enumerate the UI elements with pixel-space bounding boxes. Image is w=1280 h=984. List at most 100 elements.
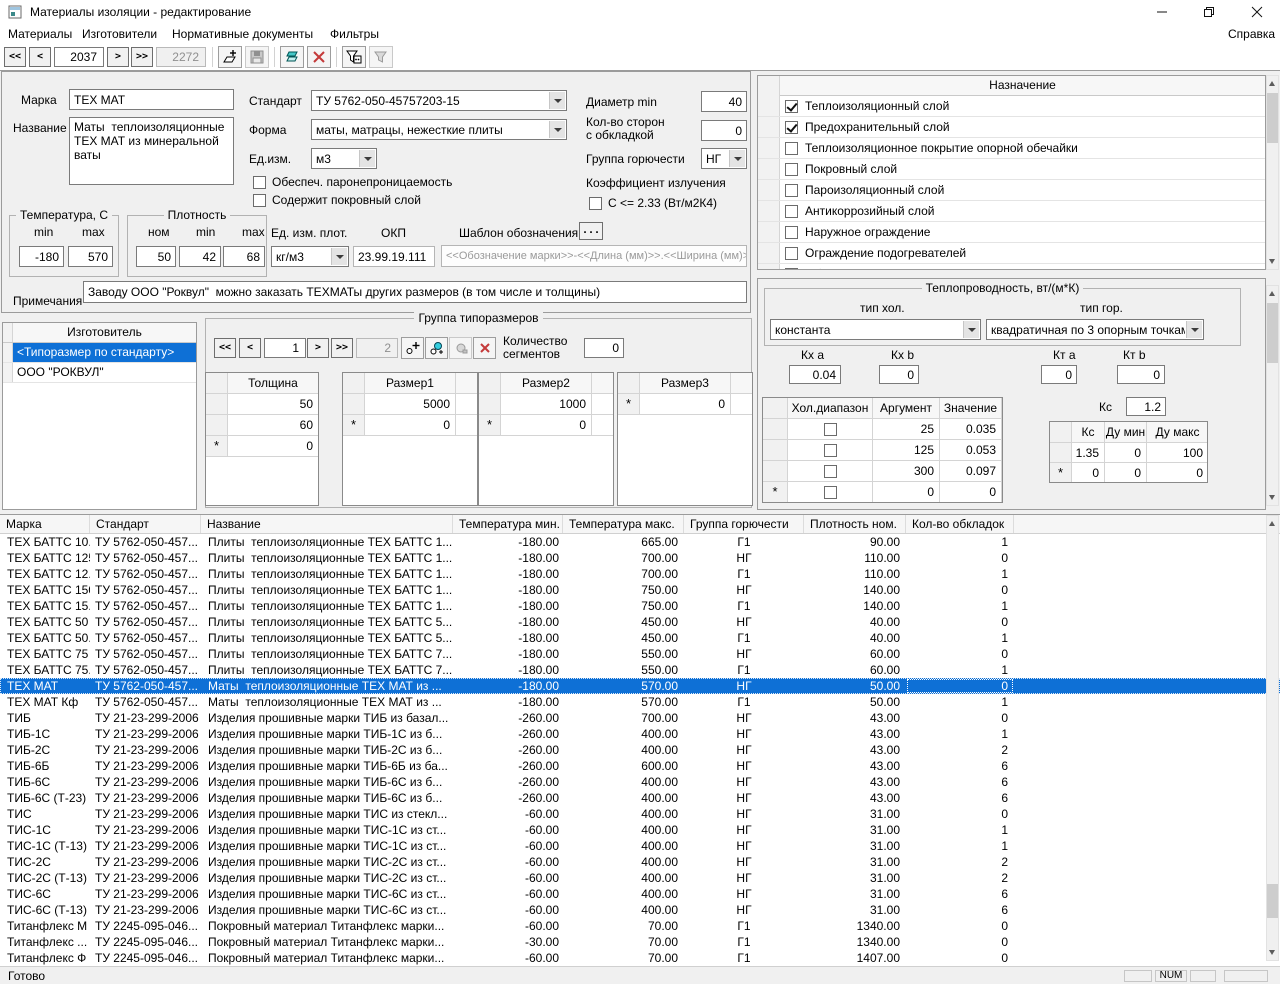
column-header-temp-min[interactable]: Температура мин.: [453, 515, 563, 533]
edizm-combo[interactable]: м3: [311, 148, 377, 169]
sizes-insert-button[interactable]: [425, 337, 448, 359]
grid-row[interactable]: 1250.053: [763, 440, 1002, 461]
grid-cell[interactable]: 0: [640, 394, 731, 414]
pokrov-checkbox[interactable]: [253, 194, 266, 207]
column-header-marka[interactable]: Марка: [0, 515, 90, 533]
grid-row[interactable]: *00: [763, 482, 1002, 503]
table-row[interactable]: ТЕХ МАТТУ 5762-050-457...Маты теплоизоля…: [0, 678, 1280, 694]
menu-filters[interactable]: Фильтры: [324, 24, 385, 44]
grid-row[interactable]: *0: [206, 436, 318, 457]
minimize-button[interactable]: [1139, 0, 1185, 24]
diametr-input[interactable]: 40: [701, 91, 747, 112]
purpose-row[interactable]: Пароизоляционный слой: [758, 180, 1265, 201]
scroll-up-icon[interactable]: [1267, 76, 1278, 91]
grid-cell[interactable]: 0: [1105, 463, 1147, 482]
grid-row[interactable]: *0: [343, 415, 477, 436]
temp-min-input[interactable]: -180: [19, 246, 64, 267]
manufacturer-row[interactable]: ООО "РОКВУЛ": [3, 363, 196, 383]
next-record-button[interactable]: >: [107, 47, 129, 67]
column-header-temp-max[interactable]: Температура макс.: [563, 515, 684, 533]
purpose-row[interactable]: Покровный слой: [758, 159, 1265, 180]
table-row[interactable]: Титанфлекс ...ТУ 2245-095-046...Покровны…: [0, 934, 1280, 950]
grid-cell[interactable]: 5000: [365, 394, 456, 414]
last-record-button[interactable]: >>: [131, 47, 153, 67]
chevron-down-icon[interactable]: [963, 321, 979, 338]
marka-input[interactable]: ТЕХ МАТ: [69, 89, 234, 110]
new-record-button[interactable]: [218, 46, 242, 68]
first-record-button[interactable]: <<: [4, 47, 26, 67]
purpose-scrollbar[interactable]: [1266, 75, 1279, 270]
scroll-down-icon[interactable]: [1267, 490, 1278, 505]
grid-cell[interactable]: 0.097: [940, 461, 1002, 481]
forma-combo[interactable]: маты, матрацы, нежесткие плиты: [311, 119, 567, 140]
purpose-checkbox[interactable]: [785, 100, 798, 113]
conductivity-scrollbar[interactable]: [1266, 285, 1279, 506]
grid-row[interactable]: 3000.097: [763, 461, 1002, 482]
table-row[interactable]: ТЕХ БАТТС 125ТУ 5762-050-457...Плиты теп…: [0, 550, 1280, 566]
sizes-delete-button[interactable]: [473, 337, 496, 359]
grid-cell[interactable]: 60: [228, 415, 319, 435]
grid-row[interactable]: *0: [479, 415, 613, 436]
okp-input[interactable]: 23.99.19.111: [353, 246, 435, 267]
purpose-checkbox[interactable]: [785, 268, 798, 271]
table-row[interactable]: ТИС-1С (Т-13)ТУ 21-23-299-2006Изделия пр…: [0, 838, 1280, 854]
scroll-down-icon[interactable]: [1267, 254, 1278, 269]
record-number-field[interactable]: 2037: [54, 47, 104, 67]
grid-row[interactable]: 250.035: [763, 419, 1002, 440]
scroll-up-icon[interactable]: [1267, 516, 1278, 531]
shablon-edit-button[interactable]: ...: [579, 222, 603, 240]
menu-materials[interactable]: Материалы: [2, 24, 78, 44]
purpose-row[interactable]: Теплоизоляционное покрытие опорной обеча…: [758, 138, 1265, 159]
kta-input[interactable]: 0: [1041, 365, 1077, 384]
plot-min-input[interactable]: 42: [179, 246, 221, 267]
purpose-checkbox[interactable]: [785, 205, 798, 218]
table-row[interactable]: ТИБТУ 21-23-299-2006Изделия прошивные ма…: [0, 710, 1280, 726]
grid-cell[interactable]: 0.035: [940, 419, 1002, 439]
delete-record-button[interactable]: [307, 46, 331, 68]
table-row[interactable]: ТИС-2СТУ 21-23-299-2006Изделия прошивные…: [0, 854, 1280, 870]
purpose-row[interactable]: Теплоизоляционный слой: [758, 96, 1265, 117]
table-row[interactable]: ТЕХ БАТТС 50...ТУ 5762-050-457...Плиты т…: [0, 630, 1280, 646]
column-header-plotnost[interactable]: Плотность ном.: [804, 515, 906, 533]
purpose-checkbox[interactable]: [785, 142, 798, 155]
table-row[interactable]: ТЕХ БАТТС 150ТУ 5762-050-457...Плиты теп…: [0, 582, 1280, 598]
grid-cell[interactable]: 0: [501, 415, 592, 435]
chevron-down-icon[interactable]: [549, 92, 565, 109]
table-row[interactable]: ТИБ-2СТУ 21-23-299-2006Изделия прошивные…: [0, 742, 1280, 758]
table-row[interactable]: ТЕХ БАТТС 15...ТУ 5762-050-457...Плиты т…: [0, 598, 1280, 614]
chevron-down-icon[interactable]: [359, 150, 375, 167]
grid-checkbox[interactable]: [824, 486, 837, 499]
koeff-checkbox[interactable]: [589, 197, 602, 210]
scrollbar-thumb[interactable]: [1267, 303, 1278, 363]
plot-nom-input[interactable]: 50: [136, 246, 176, 267]
table-row[interactable]: ТИС-6С (Т-13)ТУ 21-23-299-2006Изделия пр…: [0, 902, 1280, 918]
menu-manufacturers[interactable]: Изготовители: [76, 24, 163, 44]
edplot-combo[interactable]: кг/м3: [271, 246, 349, 267]
sizes-first-button[interactable]: <<: [214, 338, 236, 358]
grid-row[interactable]: 60: [206, 415, 318, 436]
grid-row[interactable]: 50: [206, 394, 318, 415]
table-row[interactable]: ТИС-1СТУ 21-23-299-2006Изделия прошивные…: [0, 822, 1280, 838]
table-row[interactable]: ТЕХ БАТТС 75...ТУ 5762-050-457...Плиты т…: [0, 662, 1280, 678]
grid-checkbox[interactable]: [824, 423, 837, 436]
plot-max-input[interactable]: 68: [223, 246, 265, 267]
column-header-goruchest[interactable]: Группа горючести: [684, 515, 804, 533]
ks-input[interactable]: 1.2: [1126, 397, 1166, 416]
copy-record-button[interactable]: [280, 46, 304, 68]
scroll-up-icon[interactable]: [1267, 286, 1278, 301]
column-header-nazvanie[interactable]: Название: [201, 515, 453, 533]
grid-cell[interactable]: 1000: [501, 394, 592, 414]
storon-input[interactable]: 0: [701, 120, 747, 141]
purpose-checkbox[interactable]: [785, 121, 798, 134]
grid-cell[interactable]: 0: [228, 436, 319, 456]
sizes-last-button[interactable]: >>: [331, 338, 353, 358]
grid-checkbox[interactable]: [824, 465, 837, 478]
menu-documents[interactable]: Нормативные документы: [166, 24, 319, 44]
grid-cell[interactable]: 125: [873, 440, 940, 460]
nazvanie-textarea[interactable]: Маты теплоизоляционные ТЕХ МАТ из минера…: [69, 117, 234, 185]
prim-input[interactable]: Заводу ООО "Роквул" можно заказать ТЕХМА…: [83, 281, 747, 303]
grid-cell[interactable]: 0: [873, 482, 940, 502]
scrollbar-thumb[interactable]: [1267, 884, 1278, 918]
purpose-checkbox[interactable]: [785, 163, 798, 176]
hot-type-combo[interactable]: квадратичная по 3 опорным точкам: [986, 319, 1204, 340]
